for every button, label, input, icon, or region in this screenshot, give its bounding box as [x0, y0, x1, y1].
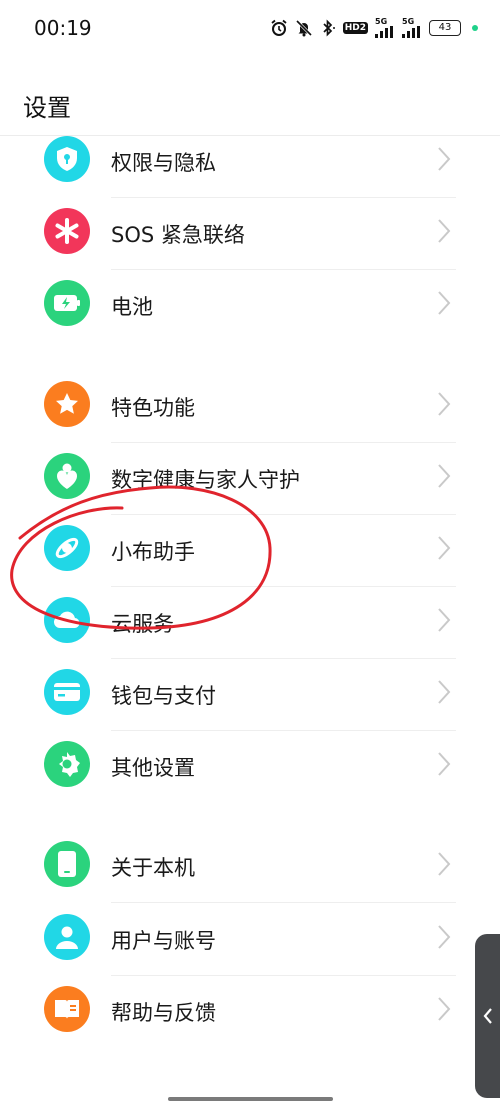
row-user-account[interactable]: 用户与账号 [0, 903, 500, 976]
row-digital-health[interactable]: 数字健康与家人守护 [0, 442, 500, 515]
wallet-card-icon [44, 669, 90, 715]
alarm-icon [270, 19, 288, 37]
row-label: 特色功能 [111, 396, 195, 420]
signal-5g-icon: 5G [375, 18, 395, 38]
chevron-right-icon [438, 536, 451, 560]
bluetooth-icon [320, 19, 336, 37]
chevron-right-icon [438, 464, 451, 488]
battery-level: 43 [438, 22, 452, 33]
row-label: 关于本机 [111, 856, 195, 880]
chevron-right-icon [438, 219, 451, 243]
row-label: 电池 [111, 295, 153, 319]
asterisk-icon [44, 208, 90, 254]
row-label: 其他设置 [111, 756, 195, 780]
chevron-right-icon [438, 608, 451, 632]
chevron-right-icon [438, 147, 451, 171]
row-label: 数字健康与家人守护 [111, 468, 300, 492]
hd-badge-text: HD2 [342, 22, 368, 34]
chevron-right-icon [438, 997, 451, 1021]
status-time: 00:19 [34, 16, 92, 40]
row-features[interactable]: 特色功能 [0, 370, 500, 443]
row-label: 小布助手 [111, 540, 195, 564]
row-label: 帮助与反馈 [111, 1001, 216, 1025]
row-privacy[interactable]: 权限与隐私 [0, 125, 500, 198]
chevron-right-icon [438, 752, 451, 776]
status-bar: 00:19 HD2 5G 5G 43 [0, 0, 500, 58]
row-assistant[interactable]: 小布助手 [0, 514, 500, 587]
network-label-1: 5G [375, 17, 388, 26]
gear-icon [44, 741, 90, 787]
book-help-icon [44, 986, 90, 1032]
hd-icon: HD2 [342, 22, 368, 34]
row-about-phone[interactable]: 关于本机 [0, 830, 500, 903]
battery-charging-icon [44, 280, 90, 326]
chevron-left-icon [483, 1008, 492, 1024]
chevron-right-icon [438, 680, 451, 704]
row-label: 用户与账号 [111, 929, 216, 953]
row-label: 云服务 [111, 612, 174, 636]
network-label-2: 5G [402, 17, 415, 26]
row-label: 权限与隐私 [111, 151, 216, 175]
cloud-icon [44, 597, 90, 643]
status-dot [472, 25, 478, 31]
user-icon [44, 914, 90, 960]
status-icons: HD2 5G 5G 43 [270, 17, 478, 39]
signal-5g-icon-2: 5G [402, 18, 422, 38]
row-battery[interactable]: 电池 [0, 269, 500, 341]
person-heart-icon [44, 453, 90, 499]
row-wallet[interactable]: 钱包与支付 [0, 658, 500, 731]
row-label: 钱包与支付 [111, 684, 216, 708]
row-label: SOS 紧急联络 [111, 223, 245, 247]
row-help-feedback[interactable]: 帮助与反馈 [0, 975, 500, 1047]
chevron-right-icon [438, 852, 451, 876]
row-sos[interactable]: SOS 紧急联络 [0, 197, 500, 270]
assistant-orbit-icon [44, 525, 90, 571]
row-other-settings[interactable]: 其他设置 [0, 730, 500, 802]
page-title: 设置 [23, 94, 71, 122]
chevron-right-icon [438, 291, 451, 315]
mute-bell-icon [295, 19, 313, 37]
home-indicator[interactable] [168, 1097, 333, 1101]
side-panel-handle[interactable] [475, 934, 500, 1098]
row-cloud[interactable]: 云服务 [0, 586, 500, 659]
battery-icon: 43 [429, 20, 461, 36]
star-icon [44, 381, 90, 427]
chevron-right-icon [438, 925, 451, 949]
chevron-right-icon [438, 392, 451, 416]
shield-lock-icon [44, 136, 90, 182]
phone-icon [44, 841, 90, 887]
